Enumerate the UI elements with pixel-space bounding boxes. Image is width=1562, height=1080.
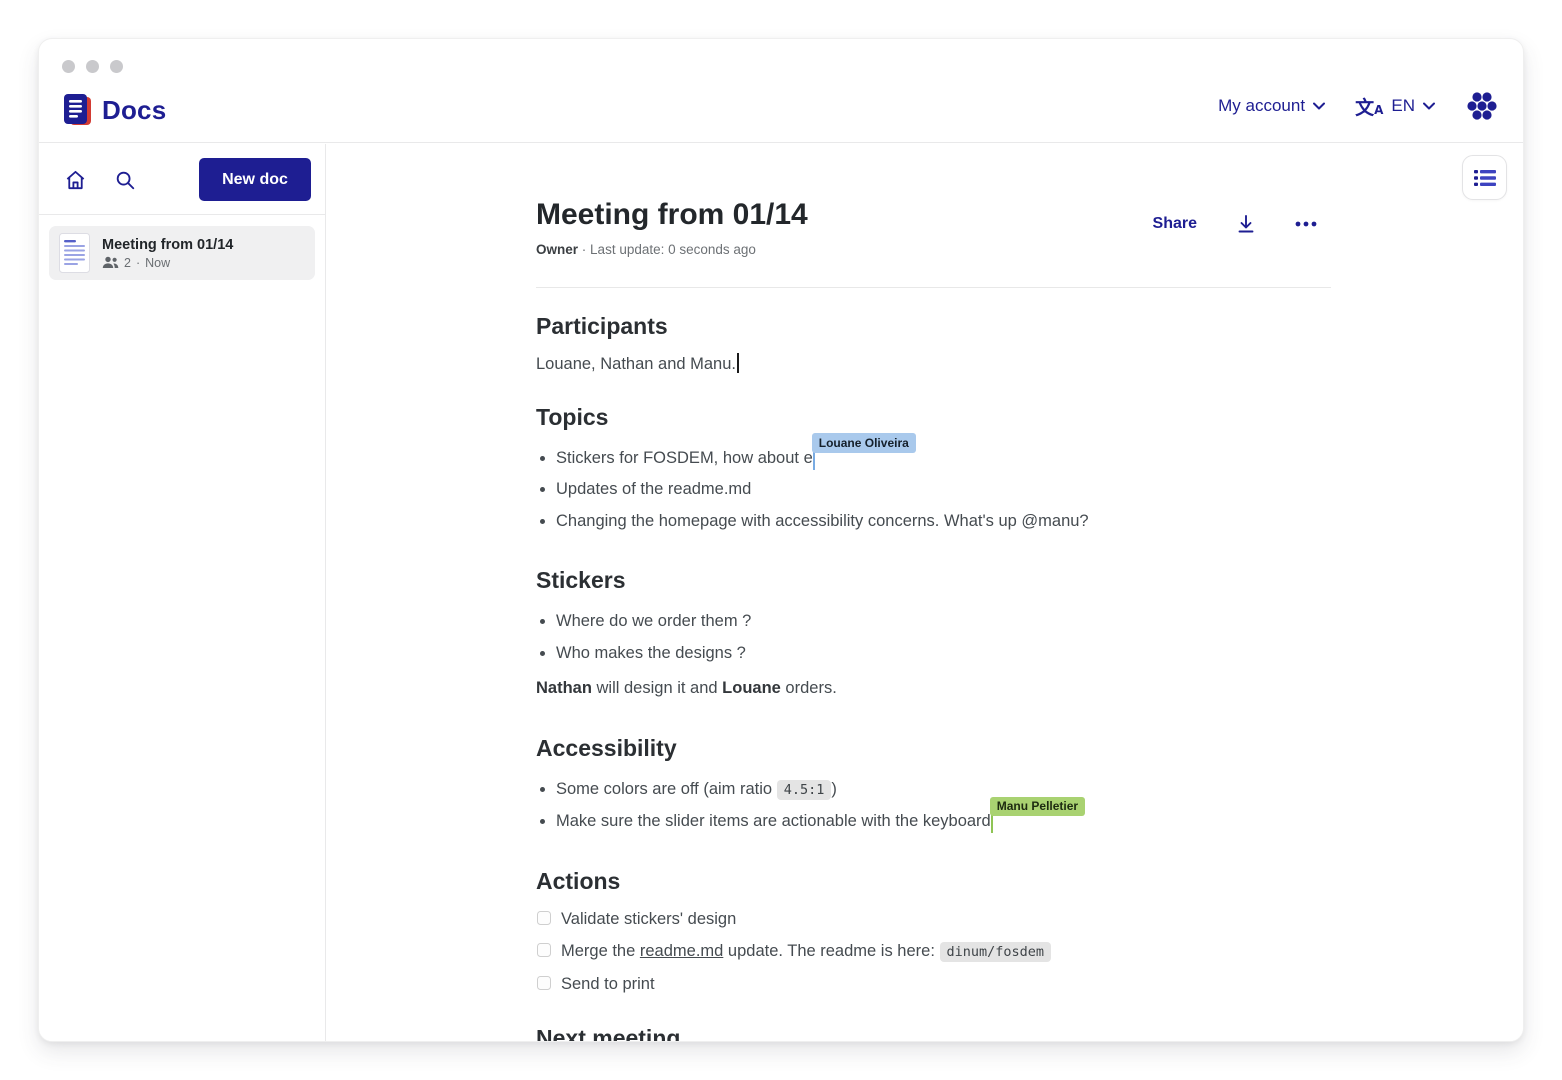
language-label: EN xyxy=(1391,96,1415,116)
app-title: Docs xyxy=(102,95,166,126)
app-header: Docs My account 文A EN xyxy=(39,39,1523,143)
doc-meta: Owner · Last update: 0 seconds ago xyxy=(536,242,1331,257)
list-item[interactable]: Where do we order them ? xyxy=(556,606,1331,638)
apps-grid-icon xyxy=(1465,89,1499,123)
sidebar-toolbar: New doc xyxy=(39,144,325,215)
doc-item-title: Meeting from 01/14 xyxy=(102,237,233,253)
section-heading-participants[interactable]: Participants xyxy=(536,313,1331,340)
list-item[interactable]: Some colors are off (aim ratio 4.5:1) xyxy=(556,774,1331,807)
search-icon xyxy=(114,169,136,191)
search-button[interactable] xyxy=(107,162,143,198)
doc-item-info: Meeting from 01/14 2 · Now xyxy=(102,237,233,270)
app-logo[interactable]: Docs xyxy=(63,93,166,127)
todo-label[interactable]: Send to print xyxy=(561,973,655,995)
app-window: Docs My account 文A EN xyxy=(38,38,1524,1042)
doc-member-count: 2 xyxy=(124,256,131,270)
inline-code: 4.5:1 xyxy=(777,780,832,800)
doc-last-update: Last update: 0 seconds ago xyxy=(590,242,756,257)
stickers-note[interactable]: Nathan will design it and Louane orders. xyxy=(536,673,1331,705)
translate-icon: 文A xyxy=(1355,93,1383,120)
section-heading-stickers[interactable]: Stickers xyxy=(536,567,1331,594)
language-selector[interactable]: 文A EN xyxy=(1355,93,1435,120)
readme-link[interactable]: readme.md xyxy=(640,942,723,960)
doc-role: Owner xyxy=(536,242,578,257)
section-heading-next-meeting[interactable]: Next meeting xyxy=(536,1025,1331,1043)
collab-cursor-label: Louane Oliveira xyxy=(812,433,916,452)
todo-label[interactable]: Merge the readme.md update. The readme i… xyxy=(561,940,1051,963)
doc-title[interactable]: Meeting from 01/14 xyxy=(536,198,1331,233)
header-controls: My account 文A EN xyxy=(1218,89,1499,123)
meta-separator: · xyxy=(582,242,587,257)
collab-cursor-louane: Louane Oliveira xyxy=(813,444,816,470)
title-divider xyxy=(536,287,1331,288)
todo-checkbox[interactable] xyxy=(537,943,551,957)
participants-text[interactable]: Louane, Nathan and Manu. xyxy=(536,353,1331,374)
todo-item: Send to print xyxy=(536,973,1331,995)
todo-checkbox[interactable] xyxy=(537,911,551,925)
inline-code: dinum/fosdem xyxy=(940,942,1052,962)
doc-item-meta: 2 · Now xyxy=(102,256,233,270)
todo-label[interactable]: Validate stickers' design xyxy=(561,908,736,930)
todo-item: Validate stickers' design xyxy=(536,908,1331,930)
section-heading-actions[interactable]: Actions xyxy=(536,868,1331,895)
list-item[interactable]: Changing the homepage with accessibility… xyxy=(556,506,1331,538)
actions-todo-list: Validate stickers' design Merge the read… xyxy=(536,908,1331,995)
chevron-down-icon xyxy=(1423,102,1435,110)
meta-separator: · xyxy=(136,256,140,270)
list-item[interactable]: Stickers for FOSDEM, how about eLouane O… xyxy=(556,443,1331,475)
home-button[interactable] xyxy=(57,162,93,198)
doc-updated: Now xyxy=(145,256,170,270)
document-editor[interactable]: Meeting from 01/14 Owner · Last update: … xyxy=(536,144,1331,1042)
table-of-contents-button[interactable] xyxy=(1462,155,1507,200)
list-icon xyxy=(1474,169,1496,187)
collab-cursor-manu: Manu Pelletier xyxy=(991,807,994,833)
account-menu-label: My account xyxy=(1218,96,1305,116)
docs-logo-icon xyxy=(63,93,93,127)
todo-checkbox[interactable] xyxy=(537,976,551,990)
stickers-list: Where do we order them ? Who makes the d… xyxy=(536,606,1331,669)
doc-list-item[interactable]: Meeting from 01/14 2 · Now xyxy=(49,226,315,280)
collab-cursor-label: Manu Pelletier xyxy=(990,797,1085,816)
sidebar: New doc Meeting from 01/14 xyxy=(39,144,326,1041)
list-item[interactable]: Who makes the designs ? xyxy=(556,638,1331,670)
home-icon xyxy=(64,169,87,192)
doc-list: Meeting from 01/14 2 · Now xyxy=(39,215,325,291)
apps-grid-button[interactable] xyxy=(1465,89,1499,123)
todo-item: Merge the readme.md update. The readme i… xyxy=(536,940,1331,963)
list-item[interactable]: Make sure the slider items are actionabl… xyxy=(556,806,1331,838)
text-caret xyxy=(737,353,739,373)
members-icon xyxy=(102,256,119,269)
main-area: Share Meeting from 01/14 Owner xyxy=(326,144,1523,1041)
accessibility-list: Some colors are off (aim ratio 4.5:1) Ma… xyxy=(536,774,1331,838)
chevron-down-icon xyxy=(1313,102,1325,110)
topics-list: Stickers for FOSDEM, how about eLouane O… xyxy=(536,443,1331,538)
section-heading-accessibility[interactable]: Accessibility xyxy=(536,735,1331,762)
section-heading-topics[interactable]: Topics xyxy=(536,404,1331,431)
new-doc-button[interactable]: New doc xyxy=(199,158,311,201)
list-item[interactable]: Updates of the readme.md xyxy=(556,474,1331,506)
account-menu[interactable]: My account xyxy=(1218,96,1325,116)
doc-thumbnail-icon xyxy=(59,233,90,273)
